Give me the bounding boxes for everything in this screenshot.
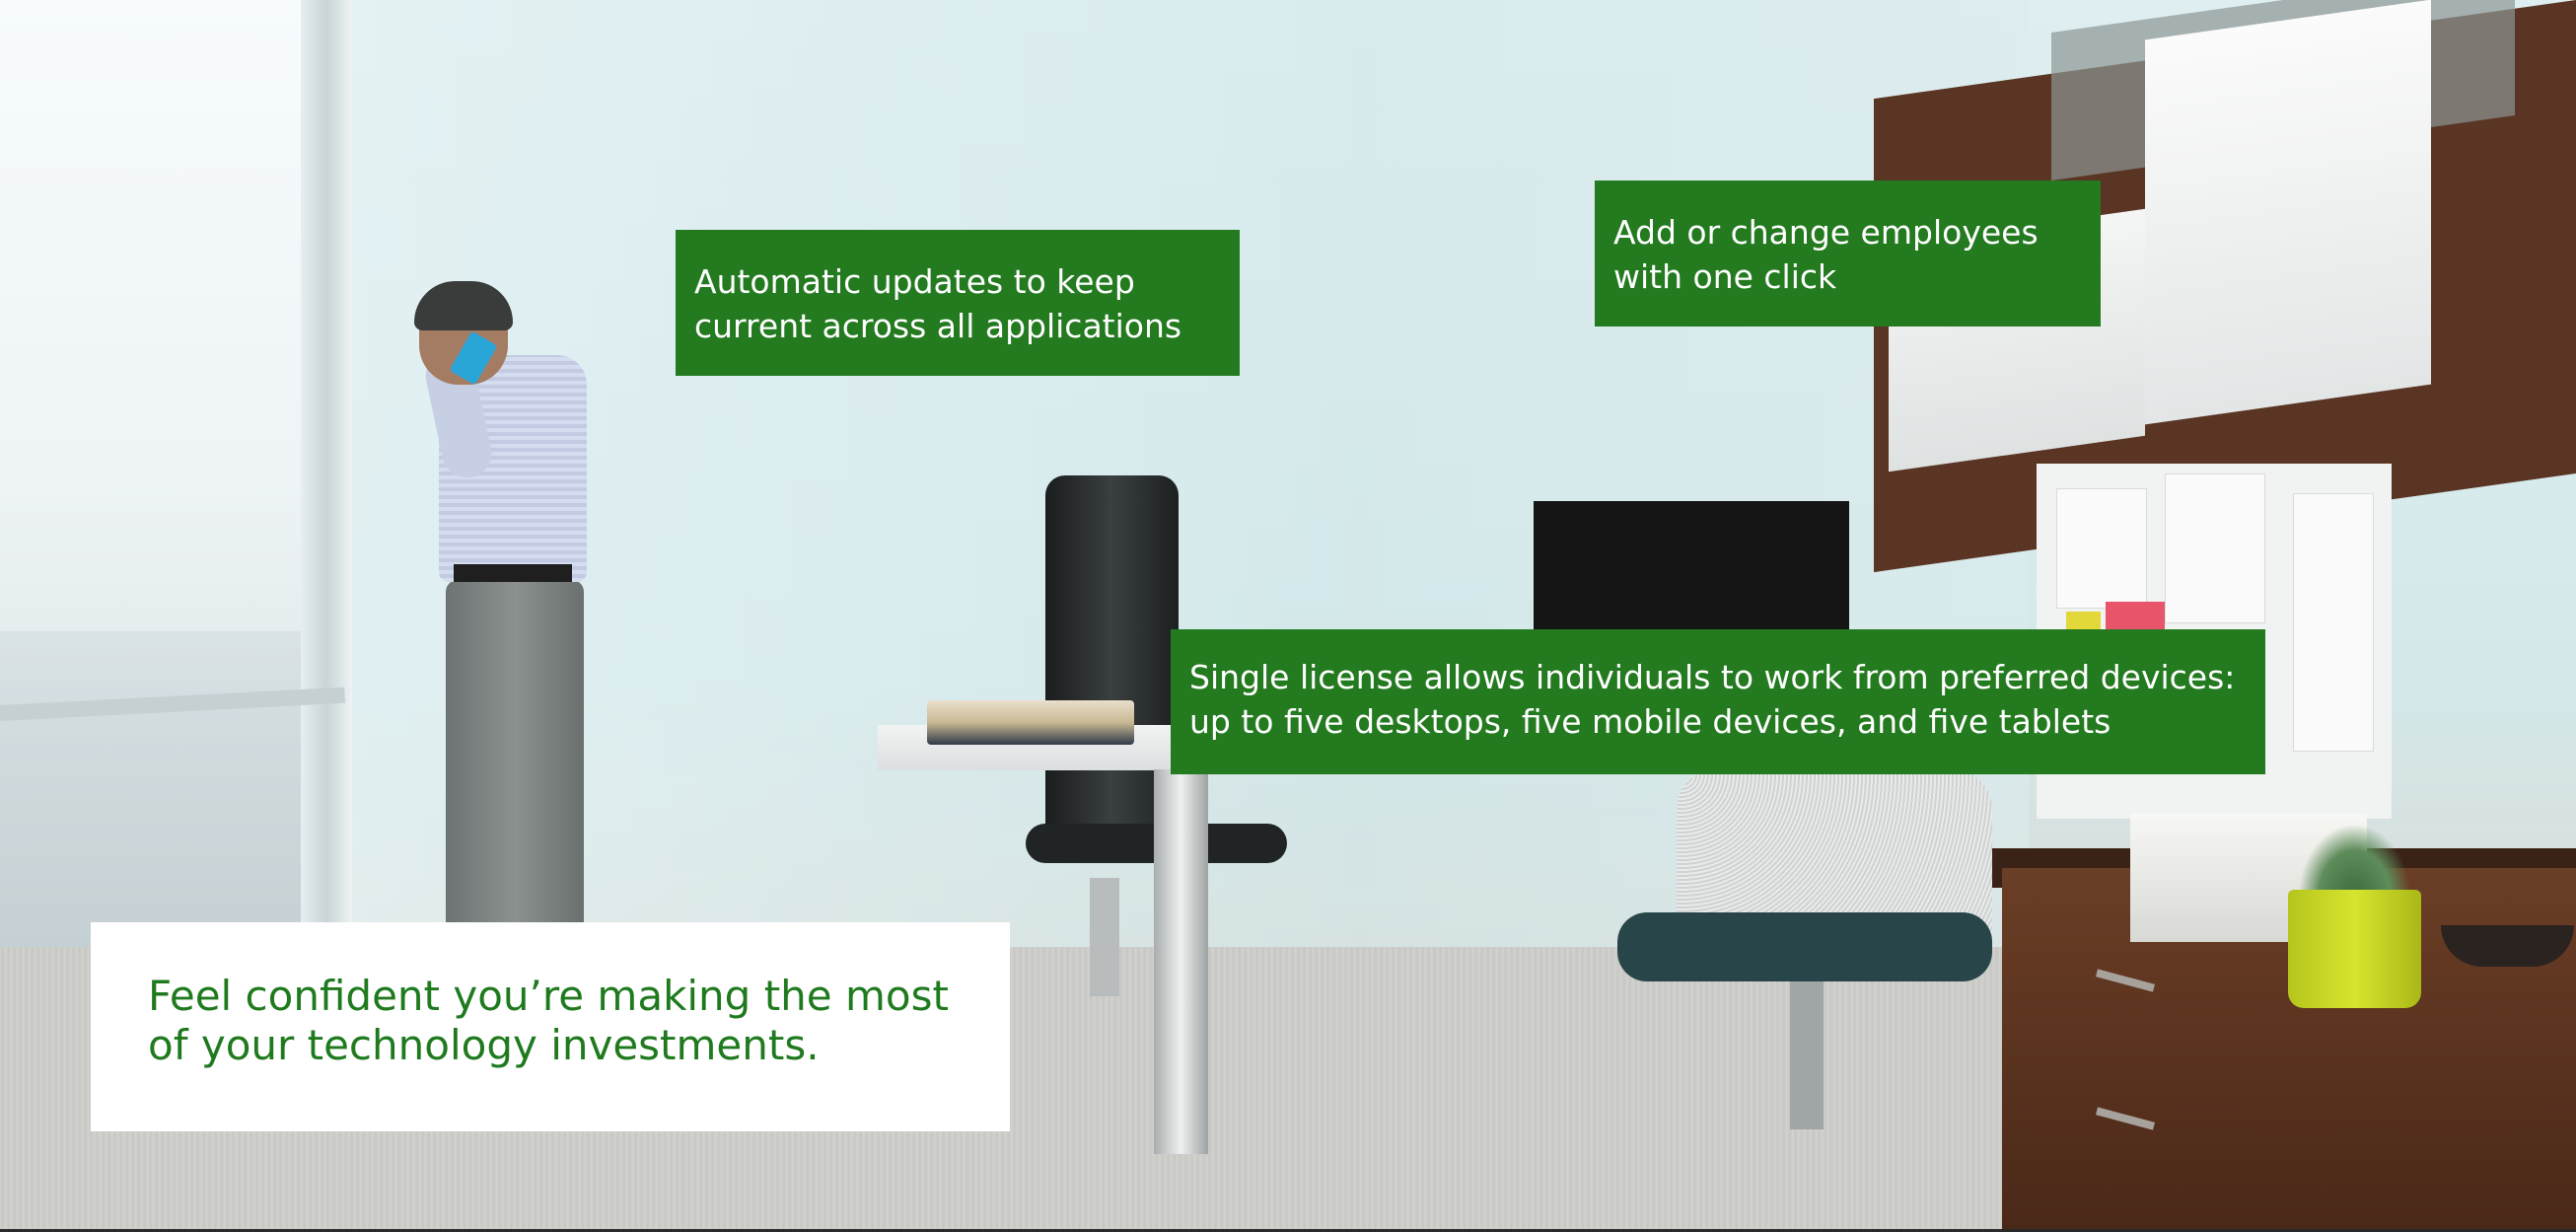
cabinet-door bbox=[2145, 0, 2431, 425]
pinned-paper bbox=[2165, 473, 2265, 623]
person-belt bbox=[454, 564, 572, 582]
drawer-handle bbox=[2095, 969, 2156, 992]
mesh-chair-base bbox=[1790, 981, 1824, 1129]
callout-add-employees: Add or change employees with one click bbox=[1595, 181, 2101, 326]
drawer-handle bbox=[2095, 1107, 2156, 1130]
mesh-chair-seat bbox=[1617, 912, 1992, 981]
headline-text: Feel confident you’re making the most of… bbox=[148, 972, 949, 1069]
headline-card: Feel confident you’re making the most of… bbox=[91, 922, 1010, 1131]
pinned-paper bbox=[2293, 493, 2374, 752]
callout-single-license: Single license allows individuals to wor… bbox=[1171, 629, 2265, 774]
desk-leg bbox=[1154, 769, 1208, 1154]
stack-of-books bbox=[927, 700, 1134, 745]
decorative-bowl bbox=[2441, 925, 2574, 967]
plant-leaves bbox=[2298, 824, 2411, 898]
office-chair-base bbox=[1090, 878, 1119, 996]
callout-automatic-updates: Automatic updates to keep current across… bbox=[676, 230, 1240, 376]
window-frame bbox=[301, 0, 352, 927]
pinned-paper bbox=[2056, 488, 2147, 609]
plant-pot bbox=[2288, 890, 2421, 1008]
